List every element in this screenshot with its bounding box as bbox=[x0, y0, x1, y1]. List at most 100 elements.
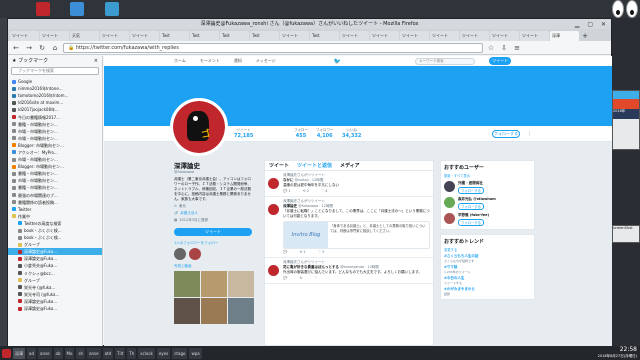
follow-button[interactable]: フォローする bbox=[458, 203, 484, 210]
tweet-avatar[interactable] bbox=[268, 265, 279, 276]
home-icon[interactable]: ⌂ bbox=[50, 43, 60, 53]
bookmark-item[interactable]: Blogger: 市場動向セン... bbox=[8, 163, 102, 170]
media-thumbnail[interactable] bbox=[201, 271, 227, 297]
bookmark-item[interactable]: book・ぶくぶく検... bbox=[8, 227, 102, 234]
bookmark-star-icon[interactable]: ☆ bbox=[486, 43, 496, 53]
window-titlebar[interactable]: 深澤論史@Fukazawa_ronshi さん（@fukazawa）さんがいいね… bbox=[8, 19, 611, 29]
browser-tab[interactable]: Twit bbox=[250, 31, 279, 41]
suggested-user-name[interactable]: 平野雅 (fake-fee) bbox=[458, 213, 489, 218]
menu-icon[interactable]: ≡ bbox=[512, 43, 522, 53]
bookmark-item[interactable]: 栄光寺 (@fuka... bbox=[8, 284, 102, 291]
trend-item[interactable]: #ウマ娘 1,234件のツイート bbox=[444, 265, 531, 274]
bookmark-item[interactable]: ld2017joojack08年... bbox=[8, 106, 102, 113]
retweet-icon[interactable]: ⟲ 2 bbox=[303, 189, 309, 194]
tweet-item[interactable]: 深澤論史さんがリツイート 花に亀が好きな貴重はぼんっとする @kameyanda … bbox=[265, 258, 433, 284]
media-thumbnail[interactable] bbox=[174, 298, 200, 324]
tweet-author[interactable]: 深澤論史 bbox=[283, 204, 297, 208]
tab-tweets-replies[interactable]: ツイートと返信 bbox=[297, 161, 332, 170]
reply-icon[interactable]: 💬 bbox=[283, 276, 287, 281]
twitter-search-input[interactable]: キーワード検索 bbox=[415, 57, 476, 65]
back-icon[interactable]: ← bbox=[11, 43, 21, 53]
bookmark-item[interactable]: 書籍・市場動向セン... bbox=[8, 170, 102, 177]
stat-likes[interactable]: いいね 34,332 bbox=[342, 128, 361, 139]
sidebar-title[interactable]: ブックマーク bbox=[18, 58, 48, 64]
tweet-handle[interactable]: @fukazawa · 12時間 bbox=[298, 204, 333, 208]
retweet-icon[interactable]: ⟲ 1 bbox=[299, 250, 305, 255]
forward-icon[interactable]: → bbox=[24, 43, 34, 53]
taskbar-item[interactable]: anse bbox=[87, 347, 101, 359]
nav-notifications[interactable]: 通知 bbox=[234, 58, 242, 64]
bookmark-search-input[interactable]: ブックマークを検索 bbox=[11, 67, 99, 75]
media-thumbnail[interactable] bbox=[174, 271, 200, 297]
browser-tab[interactable]: Twit bbox=[220, 31, 249, 41]
bookmark-item[interactable]: 市場・市場動向セン... bbox=[8, 135, 102, 142]
tweet-author[interactable]: なかに bbox=[283, 178, 294, 182]
tweet-item[interactable]: 深澤論史さんがリツイート なかに @nakaji · 12時間 温暖の夏は夏中毎年を… bbox=[265, 171, 433, 197]
website-link[interactable]: 弁護士法人 bbox=[180, 211, 198, 216]
bookmark-item[interactable]: Google bbox=[8, 78, 102, 85]
browser-tab[interactable]: ツイート bbox=[40, 31, 69, 41]
taskbar-item[interactable]: eyes bbox=[156, 347, 171, 359]
link-card[interactable]: Invitro Blog 「身体である弁護士」と、弁護士としての業務の取り扱いにつ… bbox=[283, 221, 430, 249]
browser-tab[interactable]: 天気 bbox=[70, 31, 99, 41]
bookmark-item[interactable]: ミクシィ@bcc... bbox=[8, 270, 102, 277]
stat-following[interactable]: フォロー 455 bbox=[294, 128, 308, 139]
stat-followers[interactable]: フォロワー 4,106 bbox=[316, 128, 334, 139]
browser-tab[interactable]: ツイート bbox=[460, 31, 489, 41]
avatar[interactable] bbox=[444, 181, 455, 192]
bookmark-item[interactable]: 書籍・市場動向セン... bbox=[8, 121, 102, 128]
bookmark-item[interactable]: 今日の書籍情報2017... bbox=[8, 113, 102, 120]
reload-icon[interactable]: ↻ bbox=[37, 43, 47, 53]
bookmark-item[interactable]: 深澤論史@Fuka... bbox=[8, 248, 102, 256]
taskbar-item[interactable]: wpa bbox=[189, 347, 202, 359]
tweet-handle[interactable]: @nakaji · 12時間 bbox=[295, 178, 324, 182]
clock[interactable]: 22:58 2018年8月27日(月曜日) bbox=[598, 346, 637, 359]
reply-icon[interactable]: 💬 bbox=[283, 250, 287, 255]
bookmark-item[interactable]: Blogger: 市場動向セン... bbox=[8, 142, 102, 149]
browser-tab[interactable]: ツイート bbox=[280, 31, 309, 41]
browser-tab[interactable]: Twit bbox=[310, 31, 339, 41]
known-followers-link[interactable]: 1人のフォロワーをフォロー bbox=[174, 241, 254, 246]
bookmark-item[interactable]: 深澤論史@Fuka... bbox=[8, 298, 102, 305]
bookmark-item[interactable]: book・ぶくぶく検... bbox=[8, 234, 102, 241]
browser-tab[interactable]: Twit bbox=[160, 31, 189, 41]
bookmark-item[interactable]: 市場・市場動向セン... bbox=[8, 128, 102, 135]
browser-tab[interactable]: 深澤 bbox=[550, 31, 579, 41]
folder-icon[interactable] bbox=[70, 2, 84, 16]
follow-button[interactable]: フォローする bbox=[492, 130, 520, 138]
bookmark-item[interactable]: tomotomo2016年Intom... bbox=[8, 92, 102, 99]
window-controls[interactable]: ▁ ▢ ✕ bbox=[575, 20, 609, 30]
browser-tab[interactable]: ツイート bbox=[130, 31, 159, 41]
trend-item[interactable]: #さくらもち人生の話 さくらもちが話題です bbox=[444, 254, 531, 263]
bookmark-item[interactable]: 栄光寺司 (@fuka... bbox=[8, 291, 102, 298]
browser-tab[interactable]: ツイート bbox=[400, 31, 429, 41]
media-thumbnail[interactable] bbox=[228, 271, 254, 297]
taskbar-item[interactable]: ad bbox=[27, 347, 36, 359]
url-bar[interactable]: 🔒 https://twitter.com/fukazawa/with_repl… bbox=[63, 42, 483, 53]
taskbar-item[interactable]: Tilt bbox=[115, 347, 126, 359]
browser-tab[interactable]: ツイート bbox=[430, 31, 459, 41]
browser-tab[interactable]: ツイート bbox=[490, 31, 519, 41]
bookmark-item[interactable]: 深澤論史@Fuka... bbox=[8, 255, 102, 262]
bookmark-item[interactable]: グループ bbox=[8, 277, 102, 284]
window-thumbnail[interactable]: screenShot bbox=[612, 225, 640, 243]
taskbar-item[interactable]: ctago bbox=[172, 347, 188, 359]
more-options-icon[interactable]: ⋮ bbox=[527, 131, 532, 137]
twitter-bird-icon[interactable]: 🐦 bbox=[334, 58, 341, 65]
nav-moments[interactable]: モーメント bbox=[200, 58, 220, 64]
profile-handle[interactable]: @fukazawa bbox=[174, 170, 254, 174]
nav-messages[interactable]: メッセージ bbox=[256, 58, 276, 64]
taskbar-item[interactable]: atd bbox=[102, 347, 114, 359]
like-icon[interactable]: ♡ 4 bbox=[321, 189, 328, 194]
taskbar-item[interactable]: ab bbox=[53, 347, 63, 359]
tweet-handle[interactable]: @kameyanda · 12時間 bbox=[340, 265, 379, 269]
taskbar-item[interactable]: Mo bbox=[64, 347, 75, 359]
like-icon[interactable]: ♡ 3 bbox=[318, 250, 325, 255]
bookmark-item[interactable]: 書籍関係の読者投稿... bbox=[8, 199, 102, 206]
profile-avatar[interactable]: ゴ bbox=[170, 98, 228, 156]
bookmark-item[interactable]: nimmo2016年Intone... bbox=[8, 85, 102, 92]
taskbar-item[interactable]: xclock bbox=[138, 347, 155, 359]
taskbar-item[interactable]: sh bbox=[76, 347, 86, 359]
nav-home[interactable]: ホーム bbox=[174, 58, 186, 64]
media-thumbnail[interactable] bbox=[201, 298, 227, 324]
